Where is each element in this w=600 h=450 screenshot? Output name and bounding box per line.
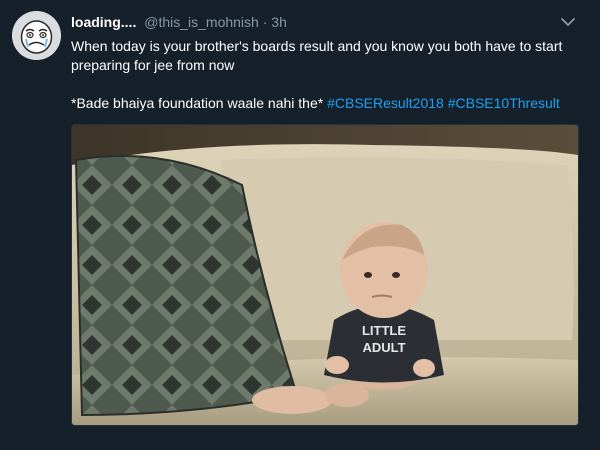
timestamp[interactable]: 3h (271, 14, 287, 30)
rage-comic-face-icon (12, 11, 61, 60)
tweet-text-line: When today is your brother's boards resu… (71, 38, 563, 73)
display-name[interactable]: loading.... (71, 14, 136, 30)
shirt-print-bottom: ADULT (362, 340, 405, 355)
photo-illustration: LITTLE ADULT (72, 125, 578, 425)
user-handle[interactable]: @this_is_mohnish (144, 14, 259, 30)
hashtag-link[interactable]: #CBSE10Thresult (448, 95, 560, 111)
tweet-text-line: *Bade bhaiya foundation waale nahi the* … (71, 94, 576, 113)
tweet-text: When today is your brother's boards resu… (71, 37, 576, 113)
tweet[interactable]: loading.... @this_is_mohnish · 3h When t… (0, 0, 600, 450)
separator-dot: · (262, 14, 268, 30)
tweet-text-prefix: *Bade bhaiya foundation waale nahi the* (71, 95, 324, 111)
chevron-down-icon (561, 18, 575, 26)
hashtag-link[interactable]: #CBSEResult2018 (327, 95, 444, 111)
avatar[interactable] (12, 11, 61, 60)
shirt-print-top: LITTLE (362, 323, 406, 338)
tweet-header: loading.... @this_is_mohnish · 3h (71, 14, 287, 31)
tweet-menu-button[interactable] (558, 12, 578, 32)
tweet-media-image[interactable]: LITTLE ADULT (71, 124, 579, 426)
